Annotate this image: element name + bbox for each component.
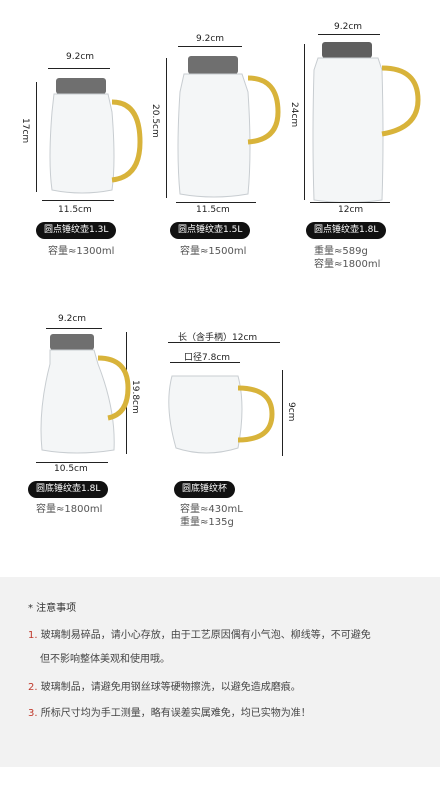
product-name-badge: 圆点锤纹壶1.3L [36, 222, 117, 239]
height-label: 24cm [289, 102, 299, 128]
width-dimension-line [178, 46, 242, 47]
note-item-1: 1. 玻璃制易碎品，请小心存放，由于工艺原因偶有小气泡、柳线等，不可避免 [28, 629, 371, 643]
height-label: 17cm [20, 118, 30, 144]
mouth-dimension-line [170, 362, 240, 363]
length-dimension-line [168, 342, 280, 343]
notes-panel: * 注意事项 1. 玻璃制易碎品，请小心存放，由于工艺原因偶有小气泡、柳线等，不… [0, 577, 440, 767]
note-item-3: 3. 所标尺寸均为手工测量，略有误差实属难免，均已实物为准！ [28, 707, 311, 721]
note-number: 3. [28, 708, 38, 719]
base-label: 10.5cm [54, 464, 88, 474]
capacity-text: 容量≈1800ml [36, 504, 103, 515]
width-label: 9.2cm [334, 22, 363, 32]
base-label: 12cm [338, 205, 364, 215]
width-dimension-line [318, 34, 380, 35]
glass-jug-image [177, 56, 281, 198]
base-label: 11.5cm [196, 205, 230, 215]
note-text: 所标尺寸均为手工测量，略有误差实属难免，均已实物为准！ [40, 708, 311, 719]
note-number: 1. [28, 630, 38, 641]
width-label: 9.2cm [196, 34, 225, 44]
glass-jug-image [312, 42, 421, 203]
height-label: 20.5cm [150, 104, 160, 138]
width-label: 9.2cm [66, 52, 95, 62]
note-item-1-line2: 但不影响整体美观和使用哦。 [40, 654, 170, 665]
notes-title: * 注意事项 [28, 603, 77, 614]
base-dimension-line [310, 202, 390, 203]
product-name-badge: 圆点锤纹壶1.5L [170, 222, 251, 239]
capacity-text: 容量≈1500ml [180, 246, 247, 257]
height-dimension-line [166, 58, 167, 198]
base-dimension-line [36, 462, 108, 463]
height-dimension-line [282, 370, 283, 456]
capacity-text: 容量≈1800ml [314, 259, 381, 270]
width-label: 9.2cm [58, 314, 87, 324]
height-dimension-line [36, 82, 37, 192]
glass-cup-image [168, 375, 275, 454]
base-dimension-line [42, 200, 114, 201]
base-label: 11.5cm [58, 205, 92, 215]
weight-text: 重量≈589g [314, 246, 368, 257]
width-dimension-line [46, 328, 102, 329]
base-dimension-line [176, 202, 256, 203]
height-label: 9cm [286, 402, 296, 422]
product-name-badge: 圆底锤纹壶1.8L [28, 481, 109, 498]
product-name-badge: 圆点锤纹壶1.8L [306, 222, 387, 239]
weight-text: 重量≈135g [180, 517, 234, 528]
width-dimension-line [48, 68, 110, 69]
height-dimension-line [304, 44, 305, 200]
capacity-text: 容量≈430mL [180, 504, 243, 515]
glass-jug-image [40, 334, 131, 454]
capacity-text: 容量≈1300ml [48, 246, 115, 257]
note-text: 玻璃制易碎品，请小心存放，由于工艺原因偶有小气泡、柳线等，不可避免 [40, 630, 371, 641]
glass-jug-image [49, 78, 143, 194]
note-item-2: 2. 玻璃制品，请避免用钢丝球等硬物擦洗，以避免造成磨痕。 [28, 681, 301, 695]
note-number: 2. [28, 682, 38, 693]
product-name-badge: 圆底锤纹杯 [174, 481, 236, 498]
note-text: 玻璃制品，请避免用钢丝球等硬物擦洗，以避免造成磨痕。 [40, 682, 301, 693]
